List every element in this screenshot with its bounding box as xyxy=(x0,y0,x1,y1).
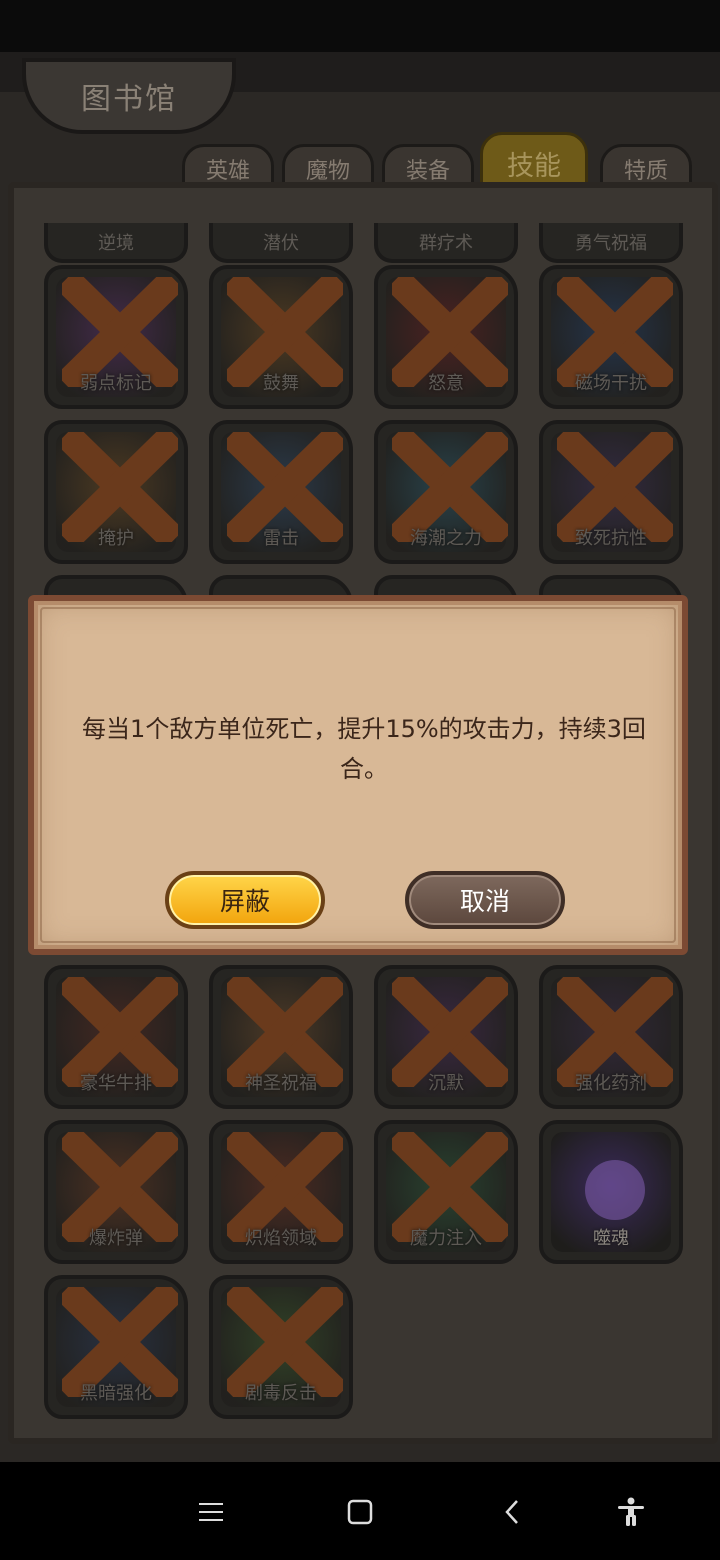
skill-card[interactable]: 致死抗性 xyxy=(539,420,683,564)
skill-card[interactable]: 雷击 xyxy=(209,420,353,564)
skill-name: 潜伏 xyxy=(263,233,299,254)
skill-card[interactable]: 魔力注入 xyxy=(374,1120,518,1264)
skill-description: 每当1个敌方单位死亡，提升15%的攻击力，持续3回合。 xyxy=(82,715,646,783)
block-button[interactable]: 屏蔽 xyxy=(165,871,325,929)
cancel-button[interactable]: 取消 xyxy=(405,871,565,929)
title-plate: 图书馆 xyxy=(22,58,236,134)
skill-name: 磁场干扰 xyxy=(575,373,647,394)
skill-name: 群疗术 xyxy=(419,233,473,254)
skill-name: 海潮之力 xyxy=(410,528,482,549)
skill-dialog: 每当1个敌方单位死亡，提升15%的攻击力，持续3回合。 屏蔽 取消 xyxy=(28,595,688,955)
skill-card[interactable]: 鼓舞 xyxy=(209,265,353,409)
skill-name: 强化药剂 xyxy=(575,1073,647,1094)
skill-card[interactable]: 剧毒反击 xyxy=(209,1275,353,1419)
skill-card[interactable]: 豪华牛排 xyxy=(44,965,188,1109)
skill-card-partial[interactable]: 潜伏 xyxy=(209,223,353,263)
skill-name: 剧毒反击 xyxy=(245,1383,317,1404)
skill-name: 致死抗性 xyxy=(575,528,647,549)
skill-name: 勇气祝福 xyxy=(575,233,647,254)
skill-name: 噬魂 xyxy=(593,1228,629,1249)
skill-name: 雷击 xyxy=(263,528,299,549)
page-title: 图书馆 xyxy=(81,82,177,117)
skill-card-partial[interactable]: 群疗术 xyxy=(374,223,518,263)
skill-name: 怒意 xyxy=(428,373,464,394)
skill-name: 炽焰领域 xyxy=(245,1228,317,1249)
skill-card-partial[interactable]: 逆境 xyxy=(44,223,188,263)
accessibility-icon[interactable] xyxy=(611,1492,651,1532)
skill-card[interactable]: 噬魂 xyxy=(539,1120,683,1264)
skill-name: 鼓舞 xyxy=(263,373,299,394)
skill-card[interactable]: 磁场干扰 xyxy=(539,265,683,409)
skill-card[interactable]: 弱点标记 xyxy=(44,265,188,409)
skill-card[interactable]: 强化药剂 xyxy=(539,965,683,1109)
navigation-bar xyxy=(0,1462,720,1560)
skill-name: 爆炸弹 xyxy=(89,1228,143,1249)
back-icon[interactable] xyxy=(492,1492,532,1532)
status-bar xyxy=(0,0,720,52)
skill-card[interactable]: 炽焰领域 xyxy=(209,1120,353,1264)
skill-card[interactable]: 海潮之力 xyxy=(374,420,518,564)
home-icon[interactable] xyxy=(340,1492,380,1532)
skill-card[interactable]: 爆炸弹 xyxy=(44,1120,188,1264)
skill-name: 黑暗强化 xyxy=(80,1383,152,1404)
skill-name: 弱点标记 xyxy=(80,373,152,394)
skill-name: 掩护 xyxy=(98,528,134,549)
skill-card[interactable]: 神圣祝福 xyxy=(209,965,353,1109)
skill-card[interactable]: 掩护 xyxy=(44,420,188,564)
skill-name: 神圣祝福 xyxy=(245,1073,317,1094)
skill-name: 沉默 xyxy=(428,1073,464,1094)
skill-card[interactable]: 黑暗强化 xyxy=(44,1275,188,1419)
menu-icon[interactable] xyxy=(191,1492,231,1532)
skill-name: 逆境 xyxy=(98,233,134,254)
skill-name: 豪华牛排 xyxy=(80,1073,152,1094)
skill-card-partial[interactable]: 勇气祝福 xyxy=(539,223,683,263)
skill-name: 魔力注入 xyxy=(410,1228,482,1249)
skill-card[interactable]: 沉默 xyxy=(374,965,518,1109)
skill-card[interactable]: 怒意 xyxy=(374,265,518,409)
